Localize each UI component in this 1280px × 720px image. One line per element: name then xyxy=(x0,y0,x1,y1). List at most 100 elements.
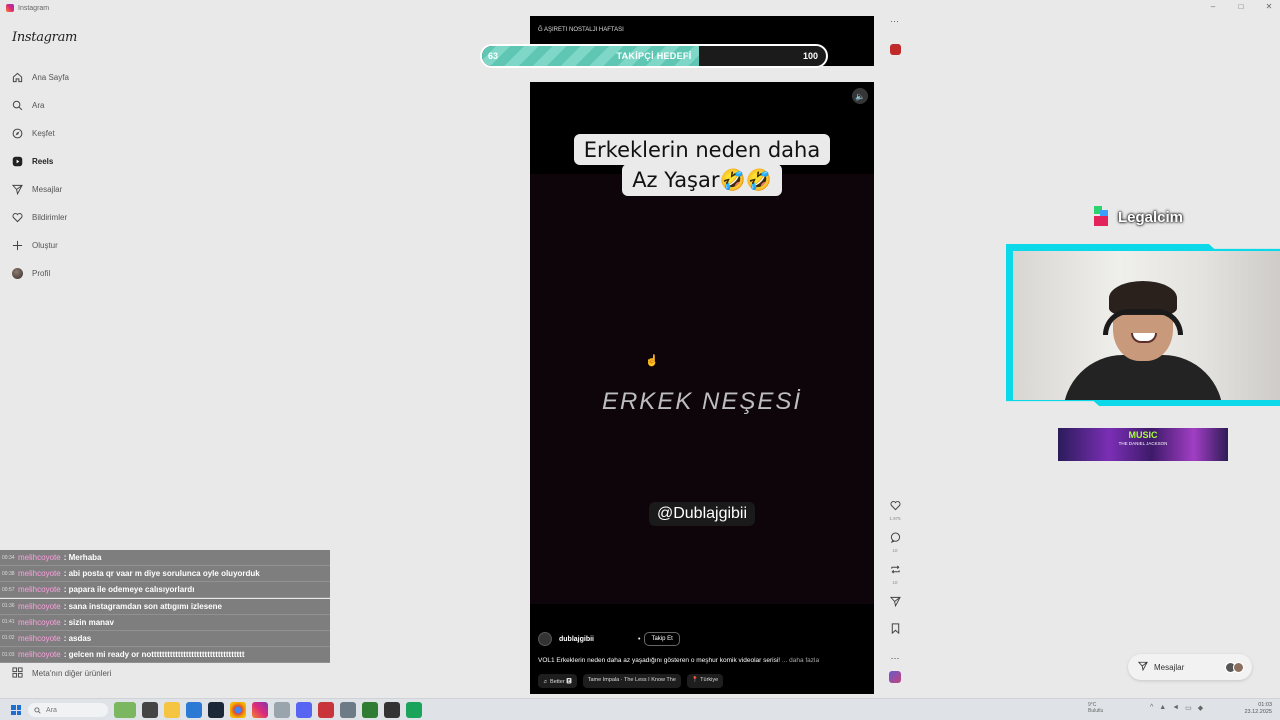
share-icon xyxy=(889,596,901,608)
taskbar-app-icon[interactable] xyxy=(274,702,290,718)
grid-icon xyxy=(12,667,23,680)
more-options-button[interactable]: ⋯ xyxy=(885,648,905,666)
reel-owner: dublajgibii • Takip Et xyxy=(538,632,680,646)
sidebar-item-reels[interactable]: Reels xyxy=(0,147,200,175)
audio-tag[interactable]: ♬ Better 🅴 xyxy=(538,674,577,688)
reel-watermark: @Dublajgibii xyxy=(530,502,874,526)
messages-pill[interactable]: Mesajlar xyxy=(1128,654,1252,680)
send-icon xyxy=(12,184,23,195)
taskbar-app-icon[interactable] xyxy=(362,702,378,718)
battery-icon[interactable]: ▭ xyxy=(1185,704,1192,712)
meta-more-link[interactable]: Meta'nın diğer ürünleri xyxy=(12,667,111,680)
instagram-app-icon xyxy=(6,4,14,12)
maximize-button[interactable]: □ xyxy=(1236,2,1246,11)
taskbar-search-placeholder: Ara xyxy=(46,706,57,714)
taskbar-app-icon[interactable] xyxy=(318,702,334,718)
sidebar-item-explore[interactable]: Keşfet xyxy=(0,119,200,147)
comment-count: 10 xyxy=(892,548,898,553)
sidebar-item-messages[interactable]: Mesajlar xyxy=(0,175,200,203)
network-icon[interactable]: ▲ xyxy=(1159,704,1166,712)
audio-thumbnail[interactable] xyxy=(889,671,901,683)
sidebar-item-label: Ana Sayfa xyxy=(32,72,69,82)
like-button[interactable]: 1.975 xyxy=(885,498,905,521)
sidebar-item-label: Ara xyxy=(32,100,45,110)
chat-text: : papara ile odemeye calısıyorlardı xyxy=(63,585,195,595)
follow-button[interactable]: Takip Et xyxy=(644,632,680,646)
steam-icon[interactable] xyxy=(208,702,224,718)
owner-username[interactable]: dublajgibii xyxy=(559,636,594,643)
taskbar-app-icon[interactable] xyxy=(186,702,202,718)
speaker-icon[interactable]: ◄ xyxy=(1172,704,1179,712)
comment-button[interactable]: 10 xyxy=(885,530,905,553)
more-link[interactable]: ... daha fazla xyxy=(782,657,819,664)
chat-username: melihcoyote xyxy=(18,553,61,562)
taskbar-app-icon[interactable] xyxy=(114,702,136,718)
minimize-button[interactable]: – xyxy=(1208,2,1218,11)
system-clock[interactable]: 01:03 23.12.2025 xyxy=(1244,702,1272,716)
chat-username: melihcoyote xyxy=(18,617,61,627)
weather-widget[interactable]: 9°C Bulutlu xyxy=(1088,702,1103,714)
reel-video[interactable]: 🔈 Erkeklerin neden daha Az Yaşar🤣🤣 ERKEK… xyxy=(530,82,874,694)
discord-icon[interactable] xyxy=(296,702,312,718)
plus-icon xyxy=(12,240,23,251)
chat-message: 00:34 melihcoyote: Merhaba xyxy=(0,550,330,566)
taskbar-app-icon[interactable] xyxy=(384,702,400,718)
chevron-up-icon[interactable]: ^ xyxy=(1150,704,1153,712)
reel-tags: ♬ Better 🅴 Tame Impala · The Less I Know… xyxy=(538,674,724,688)
messages-label: Mesajlar xyxy=(1154,662,1185,672)
repost-button[interactable]: 10 xyxy=(885,562,905,585)
banner-subtitle: THE DANIEL JACKSON xyxy=(1118,441,1168,446)
window-controls: – □ ✕ xyxy=(1208,2,1274,11)
instagram-logo[interactable]: Instagram xyxy=(12,30,200,45)
chat-text: : gelcen mi ready or nottttttttttttttttt… xyxy=(63,650,245,660)
sidebar-item-label: Oluştur xyxy=(32,240,58,250)
taskbar-app-icon[interactable] xyxy=(340,702,356,718)
sidebar-item-search[interactable]: Ara xyxy=(0,91,200,119)
more-icon[interactable]: ⋯ xyxy=(890,16,899,27)
taskbar-app-icon[interactable] xyxy=(406,702,422,718)
bookmark-icon xyxy=(891,623,899,635)
message-avatars xyxy=(1225,661,1244,673)
location-tag[interactable]: 📍 Türkiye xyxy=(686,674,724,688)
reel-center-text: ERKEK NEŞESİ xyxy=(601,388,803,415)
share-button[interactable] xyxy=(885,594,905,612)
sidebar-item-profile[interactable]: Profil xyxy=(0,259,200,287)
language-icon[interactable]: ◆ xyxy=(1198,704,1203,712)
sidebar-item-home[interactable]: Ana Sayfa xyxy=(0,63,200,91)
sidebar-item-create[interactable]: Oluştur xyxy=(0,231,200,259)
close-button[interactable]: ✕ xyxy=(1264,2,1274,11)
chat-username: melihcoyote xyxy=(18,650,61,660)
instagram-taskbar-icon[interactable] xyxy=(252,702,268,718)
title-bar: Instagram – □ ✕ xyxy=(0,0,1280,16)
folder-icon[interactable] xyxy=(164,702,180,718)
chat-message: 01:03 melihcoyote: gelcen mi ready or not… xyxy=(0,647,330,664)
headset-icon xyxy=(1103,309,1183,335)
chat-text: : asdas xyxy=(63,633,92,643)
save-button[interactable] xyxy=(885,621,905,639)
chrome-icon[interactable] xyxy=(230,702,246,718)
heart-icon xyxy=(890,501,900,511)
taskbar-search[interactable]: Ara xyxy=(28,703,108,717)
windows-start-icon[interactable] xyxy=(11,705,21,715)
song-tag[interactable]: Tame Impala · The Less I Know The xyxy=(582,674,681,688)
reel-title-overlay: Erkeklerin neden daha Az Yaşar🤣🤣 xyxy=(530,134,874,196)
prev-reel-audio-icon[interactable] xyxy=(890,44,901,55)
volume-icon[interactable]: 🔈 xyxy=(852,88,868,104)
compass-icon xyxy=(12,128,23,139)
taskbar-apps xyxy=(114,702,422,718)
repost-icon xyxy=(890,565,900,574)
stream-chat: 00:34 melihcoyote: Merhaba 00:38 melihcoyo… xyxy=(0,550,330,664)
sidebar-item-notifications[interactable]: Bildirimler xyxy=(0,203,200,231)
taskbar-app-icon[interactable] xyxy=(142,702,158,718)
send-icon xyxy=(1137,661,1148,673)
home-icon xyxy=(12,72,23,83)
system-tray: ^ ▲ ◄ ▭ ◆ xyxy=(1150,704,1203,712)
sidebar-item-label: Keşfet xyxy=(32,128,55,138)
sidebar: Instagram Ana Sayfa Ara Keşfet Reels Mes… xyxy=(0,30,200,287)
chat-username: melihcoyote xyxy=(18,633,61,643)
reel-title-line1: Erkeklerin neden daha xyxy=(573,134,831,165)
search-icon xyxy=(34,706,41,714)
owner-avatar[interactable] xyxy=(538,632,552,646)
window-title: Instagram xyxy=(18,4,50,12)
chat-message: 01:41 melihcoyote: sizin manav xyxy=(0,614,330,631)
